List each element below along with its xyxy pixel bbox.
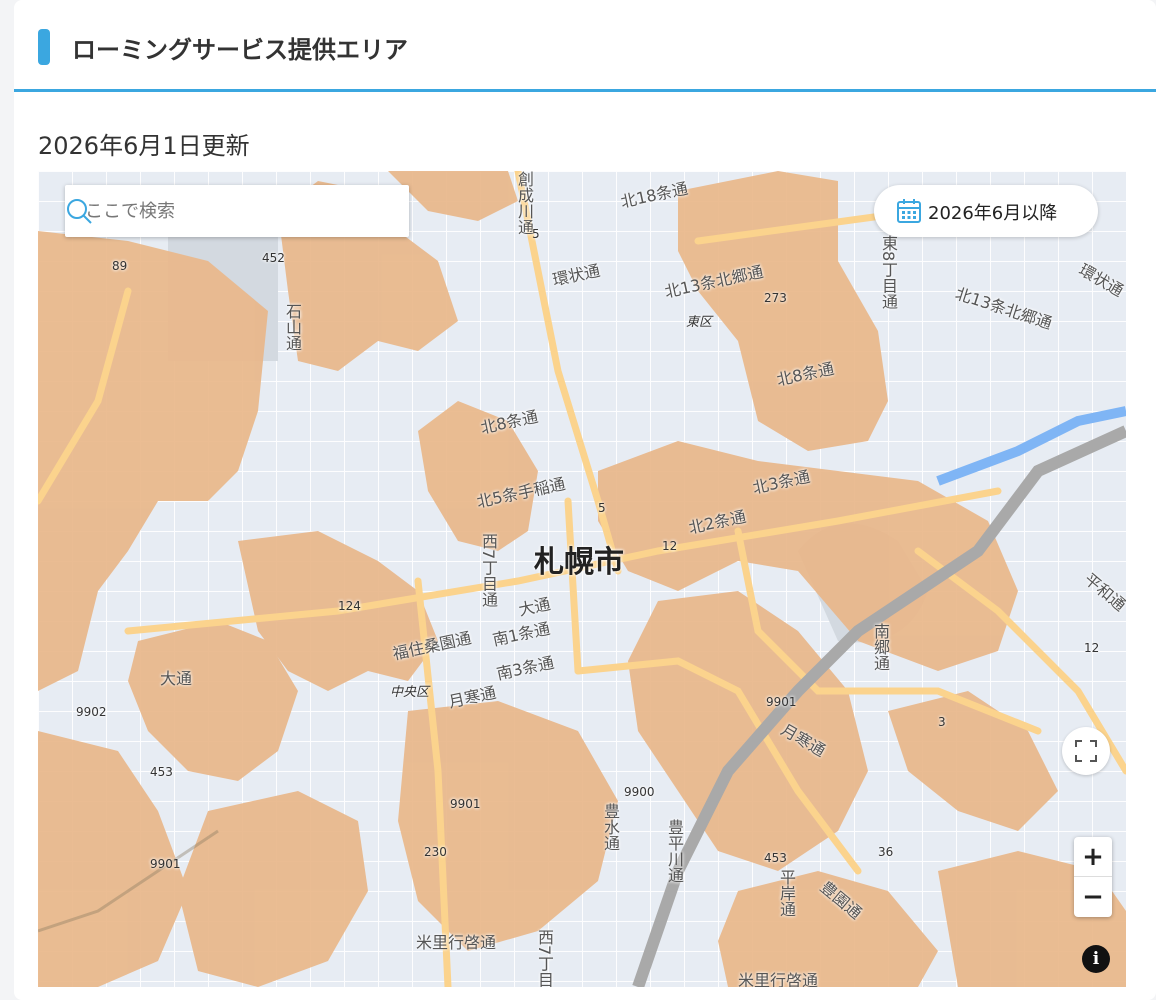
zoom-in-button[interactable]: + xyxy=(1074,837,1112,877)
route-number: 9901 xyxy=(450,797,481,811)
card-header: ローミングサービス提供エリア xyxy=(14,0,1156,92)
fullscreen-button[interactable] xyxy=(1062,727,1110,775)
updated-date: 2026年6月1日更新 xyxy=(38,132,250,160)
fullscreen-icon xyxy=(1075,740,1097,762)
route-number: 5 xyxy=(598,501,606,515)
route-number: 273 xyxy=(764,291,787,305)
header-accent-bar xyxy=(38,29,50,65)
road-label: 石山通 xyxy=(283,303,302,351)
route-number: 9900 xyxy=(624,785,655,799)
road-label: 創成川通 xyxy=(515,171,534,235)
route-number: 12 xyxy=(1084,641,1100,655)
ward-label: 東区 xyxy=(686,315,713,330)
route-number: 9902 xyxy=(76,705,107,719)
route-number: 36 xyxy=(878,845,894,859)
road-label: 南郷通 xyxy=(871,623,890,671)
route-number: 230 xyxy=(424,845,447,859)
route-number: 89 xyxy=(112,259,128,273)
page-title: ローミングサービス提供エリア xyxy=(72,36,408,64)
info-icon[interactable]: i xyxy=(1082,945,1110,973)
map-search-box xyxy=(65,185,409,237)
route-number: 3 xyxy=(938,715,946,729)
coverage-map[interactable]: 札幌市 東区 中央区 北18条通 環状通 北13条北郷通 北13条北郷通 北8条… xyxy=(38,171,1126,987)
zoom-out-button[interactable]: − xyxy=(1074,877,1112,917)
road-label: 東8丁目通 xyxy=(879,235,898,310)
calendar-icon xyxy=(897,199,921,223)
route-number: 9901 xyxy=(766,695,797,709)
date-filter-label: 2026年6月以降 xyxy=(928,203,1058,224)
route-number: 5 xyxy=(532,227,540,241)
road-label: 米里行啓通 xyxy=(738,971,819,987)
road-label: 大通 xyxy=(160,669,193,688)
coverage-card: ローミングサービス提供エリア 2026年6月1日更新 札幌市 東区 中央区 北1… xyxy=(14,0,1156,1000)
road-label: 西7丁目通 xyxy=(479,533,498,608)
route-number: 453 xyxy=(764,851,787,865)
ward-label: 中央区 xyxy=(390,685,430,700)
road-label: 米里行啓通 xyxy=(416,933,497,952)
city-label: 札幌市 xyxy=(534,545,624,580)
route-number: 452 xyxy=(262,251,285,265)
road-label: 豊平川通 xyxy=(665,819,684,883)
route-number: 9901 xyxy=(150,857,181,871)
route-number: 12 xyxy=(662,539,678,553)
route-number: 453 xyxy=(150,765,173,779)
search-input[interactable] xyxy=(65,185,355,237)
road-label: 平岸通 xyxy=(777,869,796,917)
route-number: 124 xyxy=(338,599,361,613)
road-label: 西7丁目通 xyxy=(535,929,554,987)
search-icon[interactable] xyxy=(65,197,93,225)
road-label: 豊水通 xyxy=(601,803,620,851)
zoom-controls: + − xyxy=(1074,837,1112,917)
date-filter-button[interactable]: 2026年6月以降 xyxy=(874,185,1098,237)
